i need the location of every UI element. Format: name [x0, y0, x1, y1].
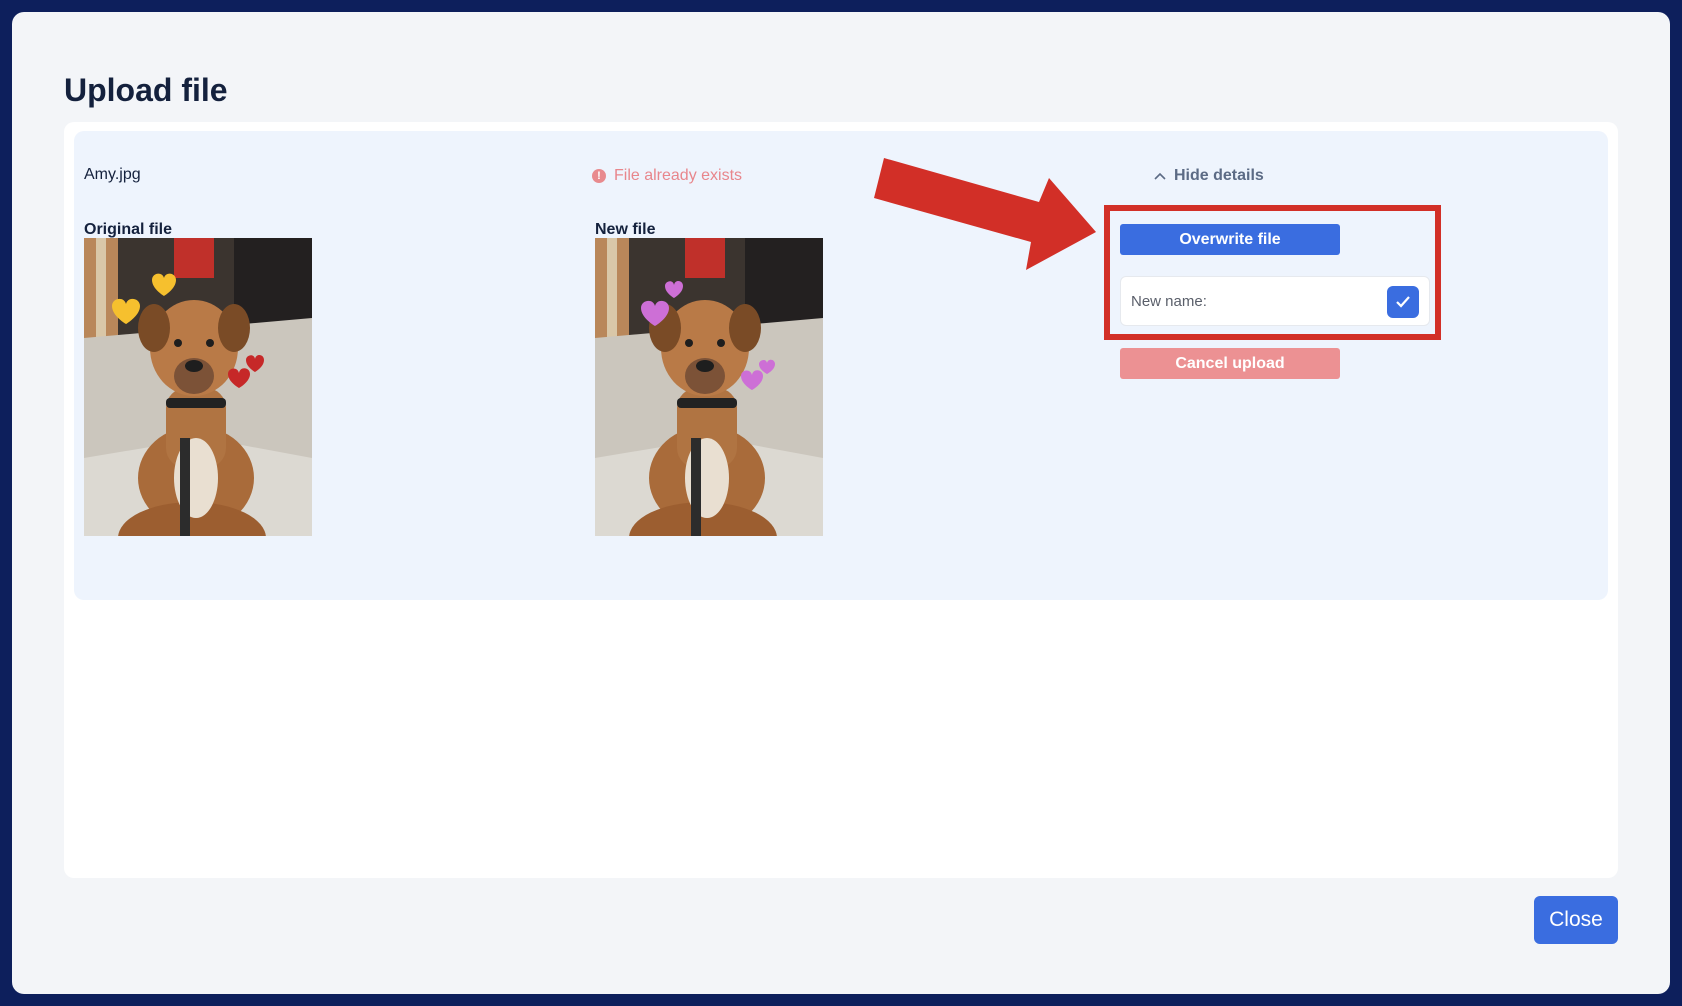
new-name-field: New name:	[1120, 276, 1430, 326]
original-file-thumbnail	[84, 238, 312, 536]
annotation-arrow	[874, 158, 1096, 270]
upload-dialog: Upload file Amy.jpg ! File already exist…	[12, 12, 1670, 994]
new-file-label: New file	[595, 221, 656, 238]
close-button[interactable]: Close	[1534, 896, 1618, 944]
original-file-label: Original file	[84, 221, 173, 238]
hide-details-toggle[interactable]: Hide details	[1154, 167, 1264, 185]
new-name-label: New name:	[1131, 293, 1207, 310]
confirm-rename-button[interactable]	[1387, 286, 1419, 318]
new-file-thumbnail	[595, 238, 823, 536]
new-name-input[interactable]	[1217, 287, 1371, 317]
file-status-text: File already exists	[614, 167, 743, 184]
exclamation-circle-icon: !	[592, 169, 606, 183]
dialog-title: Upload file	[64, 72, 228, 108]
checkmark-icon	[1396, 296, 1410, 308]
overwrite-file-button[interactable]: Overwrite file	[1120, 224, 1340, 255]
file-status: ! File already exists	[592, 167, 742, 185]
file-name: Amy.jpg	[84, 166, 141, 183]
cancel-upload-button[interactable]: Cancel upload	[1120, 348, 1340, 379]
chevron-up-icon	[1154, 172, 1166, 180]
hide-details-label: Hide details	[1174, 167, 1264, 184]
